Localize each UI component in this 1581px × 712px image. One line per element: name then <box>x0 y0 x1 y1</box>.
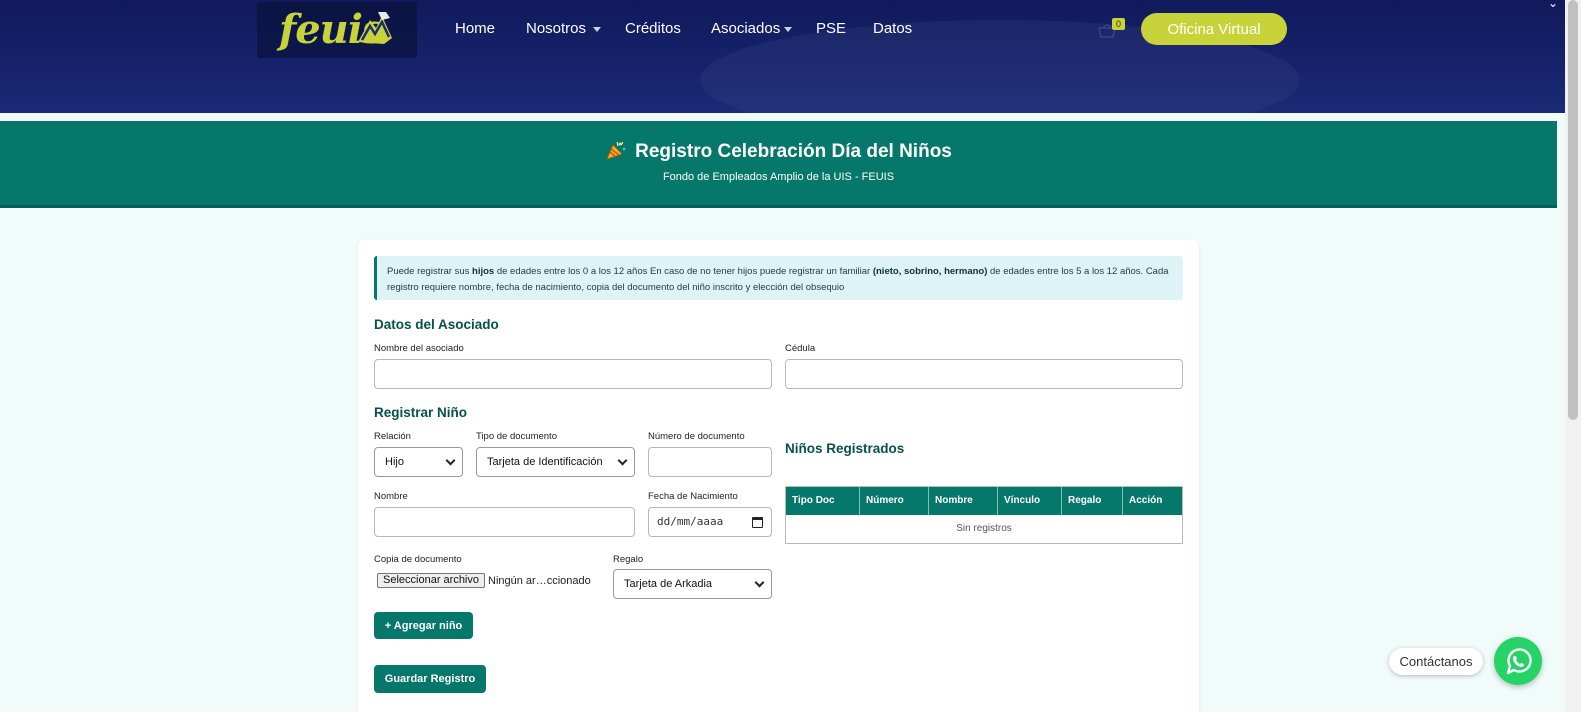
nombre-nino-input[interactable] <box>374 507 635 537</box>
relacion-value: Hijo <box>385 456 404 468</box>
section-title-asociado: Datos del Asociado <box>374 317 499 332</box>
relacion-label: Relación <box>374 431 411 442</box>
regalo-value: Tarjeta de Arkadia <box>624 578 713 590</box>
regalo-select[interactable]: Tarjeta de Arkadia <box>613 569 772 599</box>
section-title-nino: Registrar Niño <box>374 405 468 420</box>
column-header-tipo-doc: Tipo Doc <box>786 487 860 515</box>
contact-label[interactable]: Contáctanos <box>1389 648 1483 675</box>
tipo-doc-value: Tarjeta de Identificación <box>487 456 603 468</box>
whatsapp-button[interactable] <box>1494 637 1542 685</box>
save-registration-button[interactable]: Guardar Registro <box>374 665 486 693</box>
notice-bold: hijos <box>472 266 495 277</box>
fecha-label: Fecha de Nacimiento <box>648 491 738 502</box>
tipo-doc-select[interactable]: Tarjeta de Identificación <box>476 447 635 477</box>
chevron-down-icon <box>593 27 601 32</box>
nombre-asociado-label: Nombre del asociado <box>374 343 464 354</box>
nav-pse[interactable]: PSE <box>816 20 846 37</box>
page-title-text: Registro Celebración Día del Niños <box>635 141 952 162</box>
regalo-label: Regalo <box>613 554 644 565</box>
site-header <box>0 0 1565 113</box>
column-header-numero: Número <box>860 487 929 515</box>
section-title-registrados: Niños Registrados <box>785 441 905 456</box>
column-header-regalo: Regalo <box>1062 487 1123 515</box>
nav-nosotros[interactable]: Nosotros <box>526 20 586 37</box>
add-child-button[interactable]: + Agregar niño <box>374 612 473 639</box>
column-header-vinculo: Vínculo <box>998 487 1062 515</box>
whatsapp-icon <box>1506 648 1532 675</box>
notice-bold: (nieto, sobrino, hermano) <box>872 266 988 277</box>
chevron-down-icon <box>617 455 628 466</box>
chevron-down-icon <box>754 577 765 588</box>
select-file-button[interactable]: Seleccionar archivo <box>377 573 485 588</box>
numero-doc-label: Número de documento <box>648 431 745 442</box>
column-header-nombre: Nombre <box>929 487 998 515</box>
cedula-input[interactable] <box>785 359 1183 389</box>
chevron-down-icon <box>445 455 456 466</box>
fecha-nacimiento-input[interactable]: dd/mm/aaaa <box>648 507 772 537</box>
oficina-virtual-button[interactable]: Oficina Virtual <box>1141 13 1287 45</box>
nav-asociados[interactable]: Asociados <box>711 20 780 37</box>
relacion-select[interactable]: Hijo <box>374 447 463 477</box>
chevron-down-icon <box>784 27 792 32</box>
scrollbar-thumb[interactable] <box>1568 0 1578 420</box>
notice-text: Puede registrar sus <box>387 266 473 277</box>
page-subtitle: Fondo de Empleados Amplio de la UIS - FE… <box>662 171 895 183</box>
notice-text: de edades entre los 0 a los 12 años En c… <box>494 266 873 277</box>
nav-home[interactable]: Home <box>455 20 495 37</box>
page-scrollbar[interactable] <box>1565 0 1581 712</box>
chevron-down-icon[interactable]: ⌄ <box>1541 0 1565 10</box>
column-header-accion: Acción <box>1129 495 1163 506</box>
table-header: Tipo Doc Número Nombre Vínculo Regalo Ac… <box>786 487 1182 515</box>
cart-count-badge: 0 <box>1112 18 1125 30</box>
registered-children-table: Tipo Doc Número Nombre Vínculo Regalo Ac… <box>785 486 1183 544</box>
party-popper-icon <box>606 141 626 160</box>
nav-creditos[interactable]: Créditos <box>625 20 681 37</box>
info-notice: Puede registrar sus hijos de edades entr… <box>374 256 1183 300</box>
nombre-nino-label: Nombre <box>374 491 408 502</box>
page-banner: Registro Celebración Día del Niños Fondo… <box>0 121 1557 208</box>
nav-datos[interactable]: Datos <box>873 20 912 37</box>
tipo-doc-label: Tipo de documento <box>476 431 557 442</box>
logo-mountain-icon <box>358 12 392 44</box>
file-status-text: Ningún ar…ccionado <box>488 575 591 587</box>
page-title: Registro Celebración Día del Niños <box>0 140 1557 163</box>
table-empty-row: Sin registros <box>786 515 1182 543</box>
cedula-label: Cédula <box>785 343 816 354</box>
calendar-icon[interactable] <box>752 517 763 528</box>
copia-doc-label: Copia de documento <box>374 554 462 565</box>
nombre-asociado-input[interactable] <box>374 359 772 389</box>
fecha-placeholder: dd/mm/aaaa <box>657 515 724 528</box>
numero-doc-input[interactable] <box>648 447 772 477</box>
